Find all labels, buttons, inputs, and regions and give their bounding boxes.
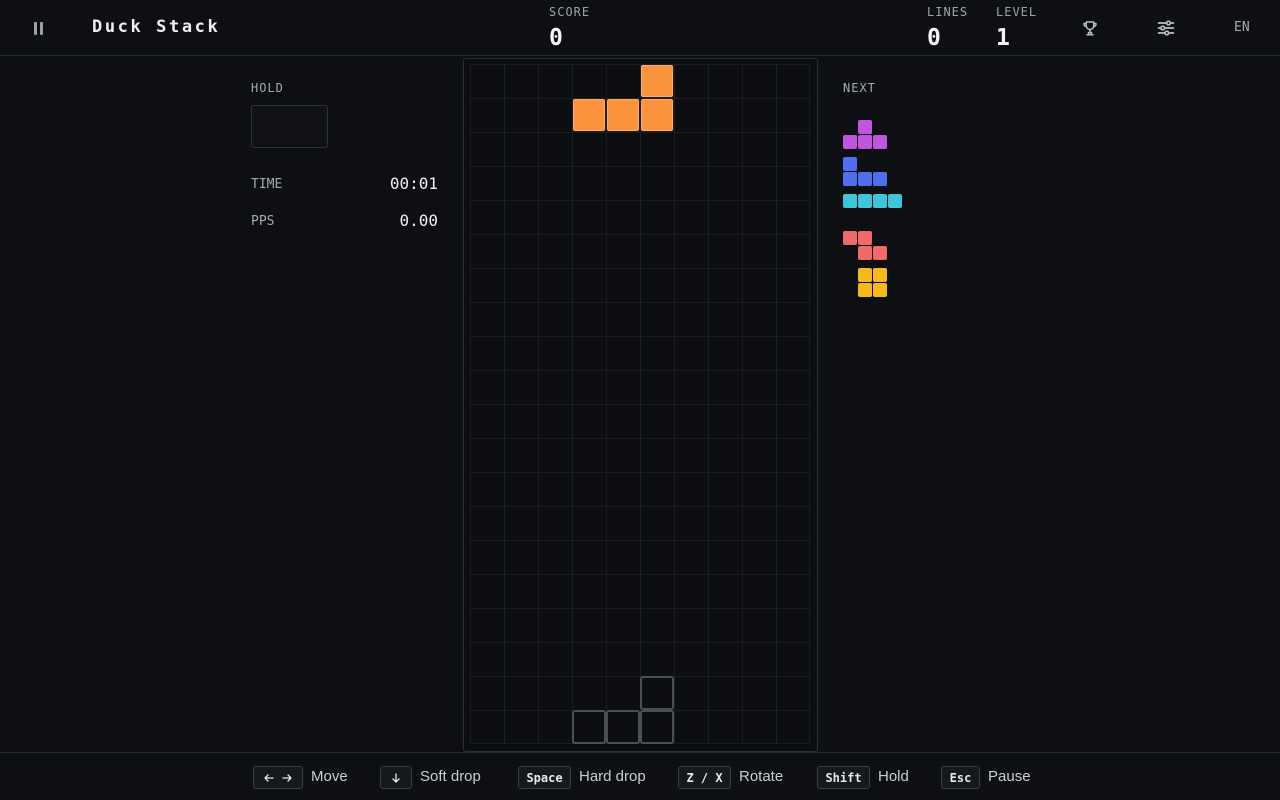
next-piece-block-o bbox=[858, 283, 872, 297]
key-space: Space bbox=[518, 766, 571, 789]
key-move bbox=[253, 766, 303, 789]
next-piece-block-o bbox=[858, 268, 872, 282]
ghost-piece-block bbox=[640, 710, 674, 744]
app-title: Duck Stack bbox=[92, 17, 221, 37]
next-piece-block-o bbox=[873, 283, 887, 297]
next-piece-block-i bbox=[843, 194, 857, 208]
next-piece-block-z bbox=[843, 231, 857, 245]
lines-value: 0 bbox=[927, 25, 941, 51]
hint-soft-drop: Soft drop bbox=[420, 768, 481, 785]
next-piece-block-j bbox=[843, 172, 857, 186]
leaderboard-button[interactable] bbox=[1078, 16, 1102, 40]
time-label: TIME bbox=[251, 177, 283, 192]
next-piece-block-z bbox=[873, 246, 887, 260]
score-value: 0 bbox=[549, 25, 563, 51]
hint-hard-drop: Hard drop bbox=[579, 768, 646, 785]
next-piece-block-j bbox=[858, 172, 872, 186]
key-soft-drop bbox=[380, 766, 412, 789]
active-piece-block bbox=[640, 64, 674, 98]
hint-hold: Hold bbox=[878, 768, 909, 785]
lines-label: LINES bbox=[927, 5, 969, 19]
next-piece-block-z bbox=[858, 231, 872, 245]
ghost-piece-block bbox=[572, 710, 606, 744]
next-piece-block-o bbox=[873, 268, 887, 282]
hint-pause: Pause bbox=[988, 768, 1031, 785]
settings-button[interactable] bbox=[1154, 16, 1178, 40]
level-value: 1 bbox=[996, 25, 1010, 51]
arrow-left-icon bbox=[264, 773, 274, 782]
next-piece-block-t bbox=[858, 120, 872, 134]
next-piece-block-i bbox=[873, 194, 887, 208]
score-label: SCORE bbox=[549, 5, 591, 19]
next-piece-block-t bbox=[843, 135, 857, 149]
playfield bbox=[470, 64, 810, 744]
top-bar: Duck Stack SCORE 0 LINES 0 LEVEL 1 EN bbox=[0, 0, 1280, 56]
pps-value: 0.00 bbox=[399, 211, 438, 230]
active-piece-block bbox=[572, 98, 606, 132]
trophy-icon bbox=[1083, 21, 1097, 36]
hint-move: Move bbox=[311, 768, 348, 785]
arrow-right-icon bbox=[282, 773, 292, 782]
next-piece-block-i bbox=[858, 194, 872, 208]
pause-icon-bar bbox=[39, 21, 43, 35]
next-piece-block-i bbox=[888, 194, 902, 208]
time-value: 00:01 bbox=[389, 174, 438, 193]
next-piece-block-j bbox=[843, 157, 857, 171]
level-label: LEVEL bbox=[996, 5, 1038, 19]
next-label: NEXT bbox=[843, 81, 876, 95]
active-piece-block bbox=[640, 98, 674, 132]
ghost-piece-block bbox=[606, 710, 640, 744]
pause-button[interactable] bbox=[28, 16, 48, 40]
hold-slot bbox=[251, 105, 328, 148]
hold-label: HOLD bbox=[251, 81, 284, 95]
next-piece-block-t bbox=[873, 135, 887, 149]
next-piece-block-z bbox=[858, 246, 872, 260]
pause-icon-bar bbox=[33, 21, 37, 35]
key-shift: Shift bbox=[817, 766, 870, 789]
pps-label: PPS bbox=[251, 214, 275, 229]
active-piece-block bbox=[606, 98, 640, 132]
key-rotate: Z / X bbox=[678, 766, 731, 789]
next-piece-block-j bbox=[873, 172, 887, 186]
next-piece-block-t bbox=[858, 135, 872, 149]
hint-rotate: Rotate bbox=[739, 768, 784, 785]
ghost-piece-block bbox=[640, 676, 674, 710]
language-selector[interactable]: EN bbox=[1234, 20, 1250, 35]
sliders-icon bbox=[1157, 20, 1175, 36]
arrow-down-icon bbox=[392, 772, 400, 783]
key-esc: Esc bbox=[941, 766, 980, 789]
